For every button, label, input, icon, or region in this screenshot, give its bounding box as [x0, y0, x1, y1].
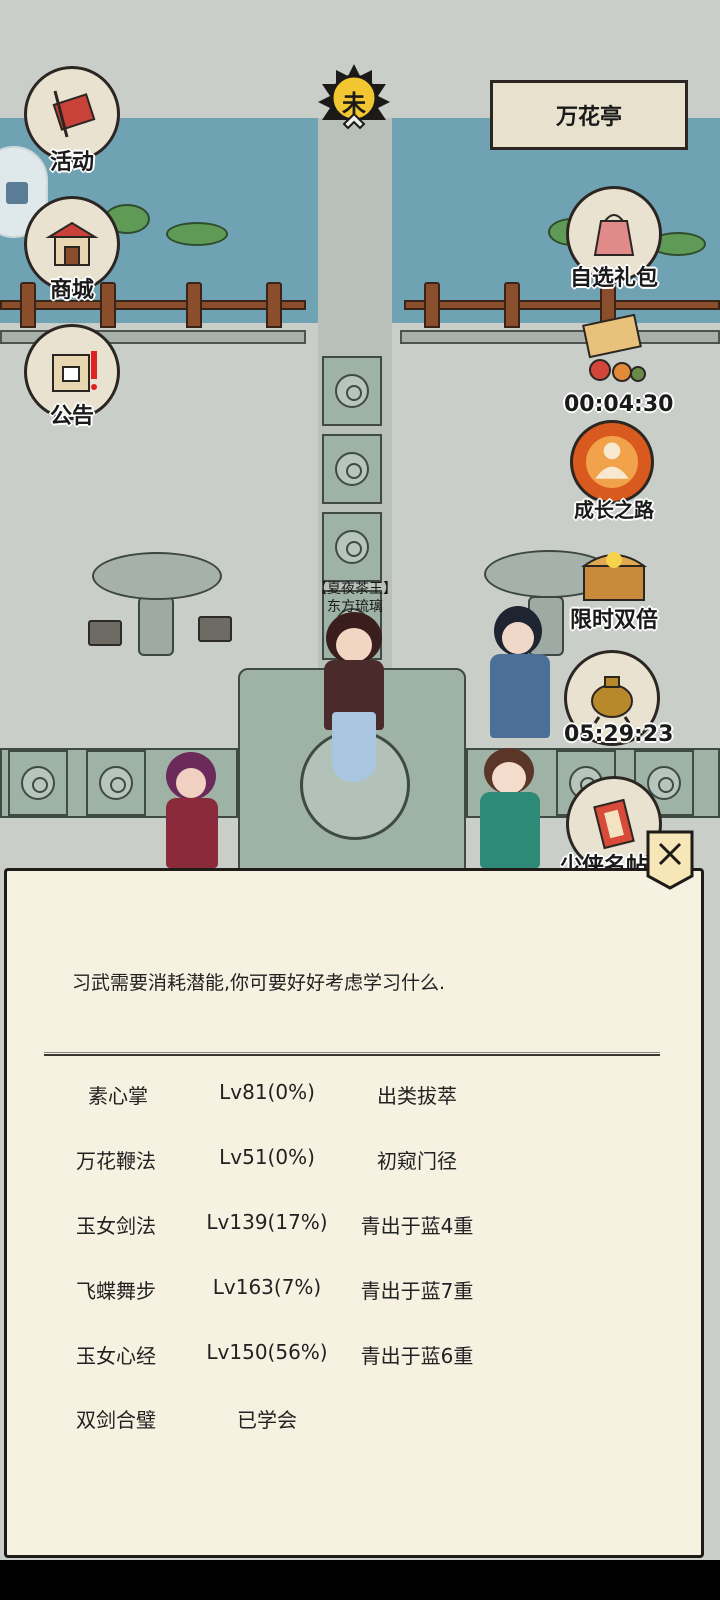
fence-post — [504, 282, 520, 328]
skill-row[interactable]: 双剑合璧 已学会 — [0, 1404, 720, 1444]
skill-row[interactable]: 飞蝶舞步 Lv163(7%) 青出于蓝7重 — [0, 1275, 720, 1315]
fence-post — [424, 282, 440, 328]
time-of-day-glyph: 未 — [342, 90, 366, 118]
npc-name: 东方琉璃 — [327, 599, 383, 615]
growth-icon — [586, 436, 638, 488]
growth-path-label: 成长之路 — [574, 498, 654, 522]
location-name: 万花亭 — [490, 80, 688, 150]
notice-label: 公告 — [49, 404, 94, 429]
skill-row[interactable]: 万花鞭法 Lv51(0%) 初窥门径 — [0, 1145, 720, 1185]
npc-title: 【夏夜茶王】 — [313, 581, 397, 597]
sale-sign-icon — [582, 313, 646, 382]
sale-timer: 00:04:30 — [564, 392, 674, 417]
skill-rank: 出类拔萃 — [377, 1084, 457, 1108]
double-time-button[interactable] — [576, 540, 654, 608]
skill-rank: 初窥门径 — [377, 1149, 457, 1173]
growth-path-button[interactable] — [570, 420, 654, 504]
fence-post — [186, 282, 202, 328]
custom-gift-label: 自选礼包 — [569, 266, 658, 291]
npc-dongfang-liuli[interactable] — [314, 612, 394, 782]
npc-name-label: 【夏夜茶王】 东方琉璃 — [300, 580, 410, 616]
npc-green-lady[interactable] — [472, 748, 548, 868]
lily-pad — [166, 222, 228, 246]
shop-icon — [45, 221, 99, 266]
incense-burner-icon — [591, 676, 633, 724]
skill-rank: 青出于蓝7重 — [360, 1279, 474, 1303]
pond-edge — [400, 330, 720, 344]
gift-bag-icon — [593, 214, 635, 256]
activity-label: 活动 — [49, 150, 94, 175]
fence — [404, 300, 720, 310]
shop-label: 商城 — [49, 278, 94, 303]
notice-board-icon — [52, 351, 97, 392]
close-icon[interactable] — [646, 830, 694, 890]
flower-tile — [86, 750, 146, 816]
double-time-label: 限时双倍 — [569, 608, 658, 633]
flower-tile — [322, 356, 382, 426]
flower-tile — [322, 434, 382, 504]
stone-stool — [198, 616, 232, 642]
banner-icon — [52, 90, 96, 138]
stone-stool — [88, 620, 122, 646]
npc-masked-woman[interactable] — [158, 752, 228, 868]
skill-row[interactable]: 玉女剑法 Lv139(17%) 青出于蓝4重 — [0, 1210, 720, 1250]
sale-button[interactable] — [580, 313, 650, 386]
stone-table — [92, 552, 222, 600]
skill-row[interactable]: 玉女心经 Lv150(56%) 青出于蓝6重 — [0, 1340, 720, 1380]
name-card-icon — [593, 798, 635, 850]
skill-level: 已学会 — [237, 1408, 297, 1432]
system-nav-bar — [0, 1560, 720, 1600]
dialog-intro-text: 习武需要消耗潜能,你可要好好考虑学习什么. — [72, 972, 446, 994]
stone-table-leg — [138, 596, 174, 656]
incense-timer: 05:29:23 — [564, 722, 674, 747]
npc-swordsman[interactable] — [480, 596, 560, 746]
divider — [44, 1052, 660, 1056]
skill-row[interactable]: 素心掌 Lv81(0%) 出类拔萃 — [0, 1080, 720, 1120]
fence-post — [266, 282, 282, 328]
skill-rank: 青出于蓝6重 — [360, 1344, 474, 1368]
flower-tile — [322, 512, 382, 582]
skill-rank: 青出于蓝4重 — [360, 1214, 474, 1238]
treasure-chest-icon — [580, 552, 648, 601]
flower-tile — [8, 750, 68, 816]
